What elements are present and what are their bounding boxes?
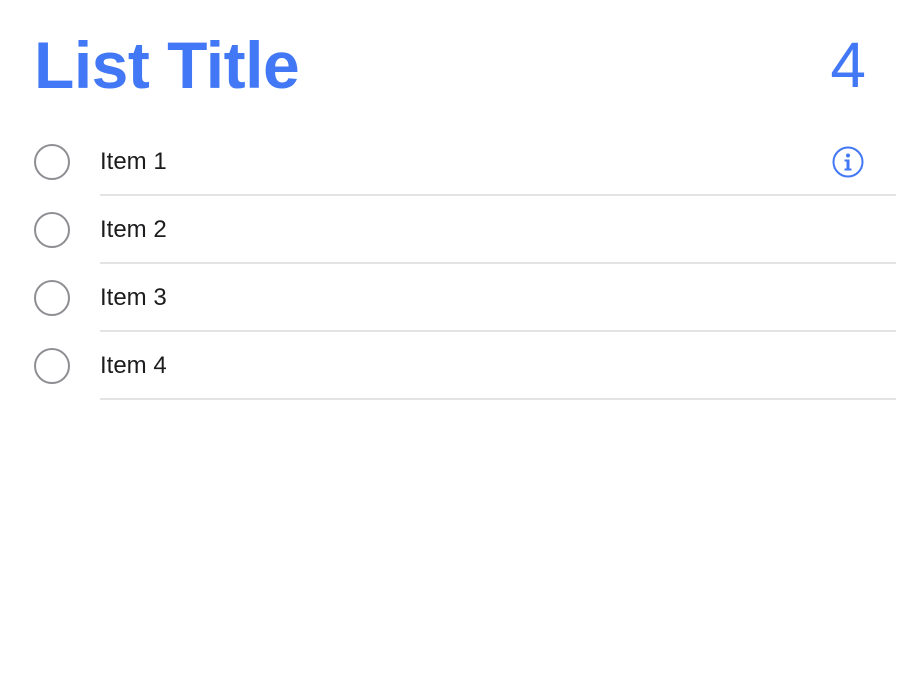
completion-checkbox[interactable]	[34, 348, 70, 384]
item-label[interactable]: Item 1	[100, 147, 167, 177]
list-header: List Title 4	[34, 22, 866, 102]
item-label[interactable]: Item 3	[100, 283, 167, 313]
item-count: 4	[830, 29, 866, 101]
completion-checkbox[interactable]	[34, 280, 70, 316]
list-item[interactable]: Item 2	[0, 196, 900, 264]
item-label[interactable]: Item 2	[100, 215, 167, 245]
item-label[interactable]: Item 4	[100, 351, 167, 381]
row-divider	[100, 398, 896, 400]
info-button[interactable]	[832, 146, 864, 178]
reminder-list: Item 1 Item 2 Item 3 Item 4	[0, 128, 900, 400]
reminders-list-view: List Title 4 Item 1 Item 2 Item 3 Item 4	[0, 0, 900, 678]
completion-checkbox[interactable]	[34, 144, 70, 180]
completion-checkbox[interactable]	[34, 212, 70, 248]
list-item[interactable]: Item 1	[0, 128, 900, 196]
info-circle-icon	[832, 146, 864, 178]
list-item[interactable]: Item 3	[0, 264, 900, 332]
list-title[interactable]: List Title	[34, 30, 300, 100]
list-item[interactable]: Item 4	[0, 332, 900, 400]
